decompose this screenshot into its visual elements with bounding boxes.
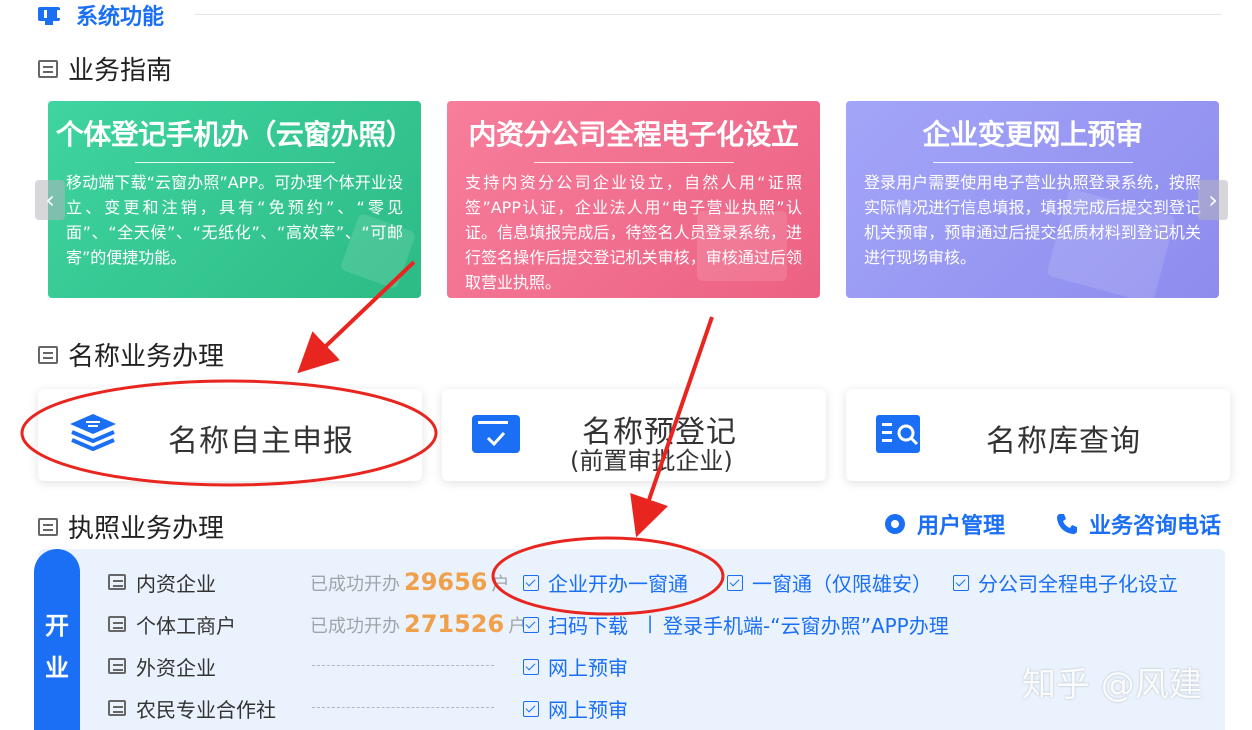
user-management-label: 用户管理	[917, 514, 1006, 539]
carousel-next-button[interactable]: ›	[1198, 180, 1228, 220]
empty-stat-placeholder	[312, 665, 494, 666]
link-separator: |	[647, 613, 654, 634]
guide-card-title: 内资分公司全程电子化设立	[468, 118, 799, 151]
license-section-label: 执照业务办理	[68, 514, 225, 544]
document-icon	[108, 616, 126, 632]
license-row-domestic: 内资企业	[108, 567, 311, 597]
guide-card-divider	[533, 162, 734, 163]
stat-number: 271526	[404, 610, 505, 638]
scan-download-link[interactable]: 扫码下载	[523, 610, 628, 639]
chevron-left-icon: ‹	[45, 186, 55, 214]
empty-stat-placeholder	[312, 707, 494, 708]
page: 系统功能 业务指南 个体登记手机办（云窗办照） 移动端下载“云窗办照”APP。可…	[0, 0, 1252, 730]
link-label: 网上预审	[548, 656, 628, 680]
document-icon	[108, 658, 126, 674]
link-label: 扫码下载	[548, 614, 628, 638]
guide-card-branch-electronic[interactable]: 内资分公司全程电子化设立 支持内资分公司企业设立，自然人用“证照签”APP认证，…	[447, 101, 820, 298]
check-box-icon	[523, 574, 539, 591]
header-divider	[195, 14, 1222, 15]
carousel-prev-button[interactable]: ‹	[35, 180, 65, 220]
document-icon	[38, 517, 58, 536]
stat-prefix: 已成功开办	[310, 616, 400, 637]
name-database-query-tile[interactable]: 名称库查询	[846, 389, 1230, 481]
guide-card-divider	[134, 162, 335, 163]
document-icon	[108, 574, 126, 590]
guide-card-mobile-individual[interactable]: 个体登记手机办（云窗办照） 移动端下载“云窗办照”APP。可办理个体开业设立、变…	[48, 101, 421, 298]
consult-phone-label: 业务咨询电话	[1089, 514, 1222, 539]
document-icon	[38, 59, 58, 78]
tile-label: 名称库查询	[986, 424, 1141, 459]
user-management-link[interactable]: 用户管理	[885, 508, 1005, 540]
branch-electronic-link[interactable]: 分公司全程电子化设立	[953, 568, 1178, 597]
link-label: 分公司全程电子化设立	[978, 572, 1178, 596]
license-row-cooperative: 农民专业合作社	[108, 693, 311, 723]
open-tab-char: 开	[45, 612, 69, 640]
success-count: 已成功开办 271526 户	[310, 610, 526, 638]
license-row-individual: 个体工商户	[108, 609, 311, 639]
guide-card-title: 企业变更网上预审	[922, 118, 1143, 151]
book-search-icon	[876, 415, 920, 453]
name-preregister-tile[interactable]: 名称预登记 (前置审批企业)	[442, 389, 826, 481]
check-box-icon	[523, 700, 539, 717]
tile-sublabel: (前置审批企业)	[570, 447, 733, 475]
monitor-icon	[38, 5, 60, 25]
tile-label: 名称自主申报	[168, 424, 354, 459]
stat-number: 29656	[404, 568, 488, 596]
card-decoration	[697, 211, 787, 281]
open-tab-char: 业	[45, 654, 69, 682]
document-icon	[108, 700, 126, 716]
success-count: 已成功开办 29656 户	[310, 568, 510, 596]
check-box-icon	[727, 574, 743, 591]
license-row-foreign: 外资企业	[108, 651, 311, 681]
license-row-name: 个体工商户	[136, 613, 236, 638]
document-icon	[38, 345, 58, 364]
consult-phone-link[interactable]: 业务咨询电话	[1055, 508, 1221, 540]
license-section-title: 执照业务办理	[38, 508, 224, 545]
name-section-label: 名称业务办理	[68, 342, 225, 372]
system-function-header: 系统功能	[38, 0, 164, 30]
watermark: 知乎 @风建	[1022, 665, 1203, 705]
layers-icon	[70, 414, 116, 451]
license-row-name: 外资企业	[136, 655, 216, 680]
guide-card-divider	[932, 162, 1133, 163]
open-business-tab: 开 业	[34, 549, 80, 730]
chevron-right-icon: ›	[1208, 186, 1218, 214]
check-box-icon	[953, 574, 969, 591]
system-function-title: 系统功能	[76, 5, 165, 30]
stat-prefix: 已成功开办	[310, 574, 400, 595]
guide-card-change-prereview[interactable]: 企业变更网上预审 登录用户需要使用电子营业执照登录系统，按照实际情况进行信息填报…	[846, 101, 1219, 298]
guide-section-title: 业务指南	[38, 50, 172, 87]
license-row-name: 农民专业合作社	[136, 697, 276, 722]
link-label: 企业开办一窗通	[548, 572, 688, 596]
one-window-xiongan-link[interactable]: 一窗通（仅限雄安）	[727, 568, 932, 597]
stat-suffix: 户	[491, 574, 510, 595]
guide-section-label: 业务指南	[68, 56, 173, 86]
link-label: 一窗通（仅限雄安）	[752, 572, 932, 596]
phone-icon	[1057, 514, 1077, 534]
gear-icon	[885, 514, 905, 534]
one-window-link[interactable]: 企业开办一窗通	[523, 568, 688, 597]
license-row-name: 内资企业	[136, 571, 216, 596]
online-prereview-link[interactable]: 网上预审	[523, 652, 628, 681]
card-check-icon	[472, 415, 520, 453]
mobile-app-link[interactable]: 登录手机端-“云窗办照”APP办理	[663, 610, 949, 639]
online-prereview-link[interactable]: 网上预审	[523, 694, 628, 723]
name-section-title: 名称业务办理	[38, 336, 224, 373]
check-box-icon	[523, 658, 539, 675]
link-label: 登录手机端-“云窗办照”APP办理	[663, 614, 949, 638]
link-label: 网上预审	[548, 698, 628, 722]
check-box-icon	[523, 616, 539, 633]
guide-card-title: 个体登记手机办（云窗办照）	[55, 118, 414, 151]
name-self-declare-tile[interactable]: 名称自主申报	[38, 389, 422, 481]
